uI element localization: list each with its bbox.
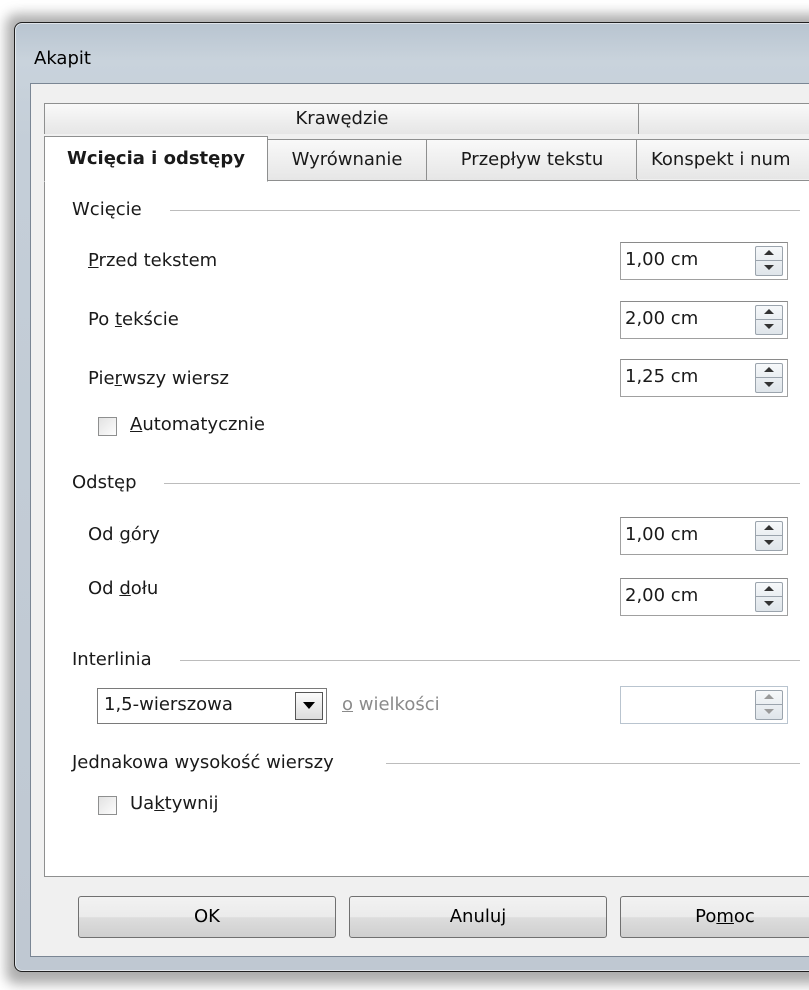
tab-indents-spacing-label: Wcięcia i odstępy [67, 148, 245, 169]
after-text-label: Po tekście [88, 309, 179, 330]
help-button[interactable]: Pomoc [620, 896, 809, 938]
spin-down-icon[interactable] [764, 709, 774, 714]
of-size-label: o wielkości [342, 694, 440, 715]
spin-buttons[interactable] [755, 363, 783, 393]
spacing-group-label: Odstęp [72, 472, 145, 493]
indent-group-line [170, 210, 800, 211]
first-line-label: Pierwszy wiersz [88, 368, 229, 389]
first-line-value: 1,25 cm [625, 366, 699, 387]
window-title: Akapit [34, 48, 91, 69]
below-label: Od dołu [88, 578, 159, 599]
spin-down-icon[interactable] [764, 382, 774, 387]
before-text-label: Przed tekstem [88, 250, 218, 271]
tab-text-flow[interactable]: Przepływ tekstu [426, 139, 638, 180]
chevron-down-icon[interactable] [295, 692, 323, 720]
line-spacing-group-line [180, 660, 800, 661]
spin-buttons[interactable] [755, 521, 783, 551]
spin-down-icon[interactable] [764, 540, 774, 545]
cancel-button-label: Anuluj [449, 906, 507, 927]
tab-outline-numbering-label: Konspekt i num [651, 149, 791, 170]
after-text-spinbox[interactable]: 2,00 cm [620, 301, 788, 339]
spin-up-icon[interactable] [764, 367, 774, 372]
title-bar[interactable]: Akapit [14, 30, 804, 70]
before-text-spinbox[interactable]: 1,00 cm [620, 242, 788, 280]
spin-buttons[interactable] [755, 690, 783, 720]
above-spinbox[interactable]: 1,00 cm [620, 517, 788, 555]
above-label: Od góry [88, 524, 160, 545]
cancel-button[interactable]: Anuluj [349, 896, 607, 938]
ok-button[interactable]: OK [78, 896, 336, 938]
after-text-value: 2,00 cm [625, 308, 699, 329]
tab-alignment[interactable]: Wyrównanie [266, 139, 428, 180]
before-text-value: 1,00 cm [625, 249, 699, 270]
line-spacing-dropdown[interactable]: 1,5-wierszowa [97, 688, 327, 724]
tab-text-flow-label: Przepływ tekstu [460, 149, 604, 170]
line-spacing-group-label: Interlinia [72, 649, 160, 670]
tab-outline-numbering[interactable]: Konspekt i num [636, 139, 809, 179]
help-button-label: Pomoc [695, 906, 755, 927]
first-line-spinbox[interactable]: 1,25 cm [620, 359, 788, 397]
spin-down-icon[interactable] [764, 324, 774, 329]
below-value: 2,00 cm [625, 585, 699, 606]
below-spinbox[interactable]: 2,00 cm [620, 578, 788, 616]
tab-borders-label: Krawędzie [295, 108, 389, 129]
automatic-checkbox[interactable] [98, 417, 117, 436]
line-size-spinbox[interactable] [620, 686, 788, 724]
spin-buttons[interactable] [755, 246, 783, 276]
spin-down-icon[interactable] [764, 601, 774, 606]
spin-buttons[interactable] [755, 305, 783, 335]
spin-up-icon[interactable] [764, 250, 774, 255]
spin-up-icon[interactable] [764, 586, 774, 591]
activate-label[interactable]: Uaktywnij [130, 793, 219, 814]
automatic-label[interactable]: Automatycznie [130, 414, 265, 435]
spin-down-icon[interactable] [764, 265, 774, 270]
register-group-line [386, 763, 800, 764]
tab-row1-cut[interactable] [638, 103, 809, 134]
spin-up-icon[interactable] [764, 694, 774, 699]
spin-up-icon[interactable] [764, 525, 774, 530]
register-group-label: Jednakowa wysokość wierszy [72, 752, 342, 773]
line-spacing-selected: 1,5-wierszowa [104, 694, 233, 715]
indent-group-label: Wcięcie [72, 199, 150, 220]
spin-up-icon[interactable] [764, 309, 774, 314]
tab-borders[interactable]: Krawędzie [44, 103, 640, 134]
activate-checkbox[interactable] [98, 796, 117, 815]
spacing-group-line [164, 483, 800, 484]
tab-indents-spacing[interactable]: Wcięcia i odstępy [44, 136, 268, 182]
spin-buttons[interactable] [755, 582, 783, 612]
ok-button-label: OK [194, 906, 220, 927]
tab-alignment-label: Wyrównanie [291, 149, 403, 170]
above-value: 1,00 cm [625, 524, 699, 545]
